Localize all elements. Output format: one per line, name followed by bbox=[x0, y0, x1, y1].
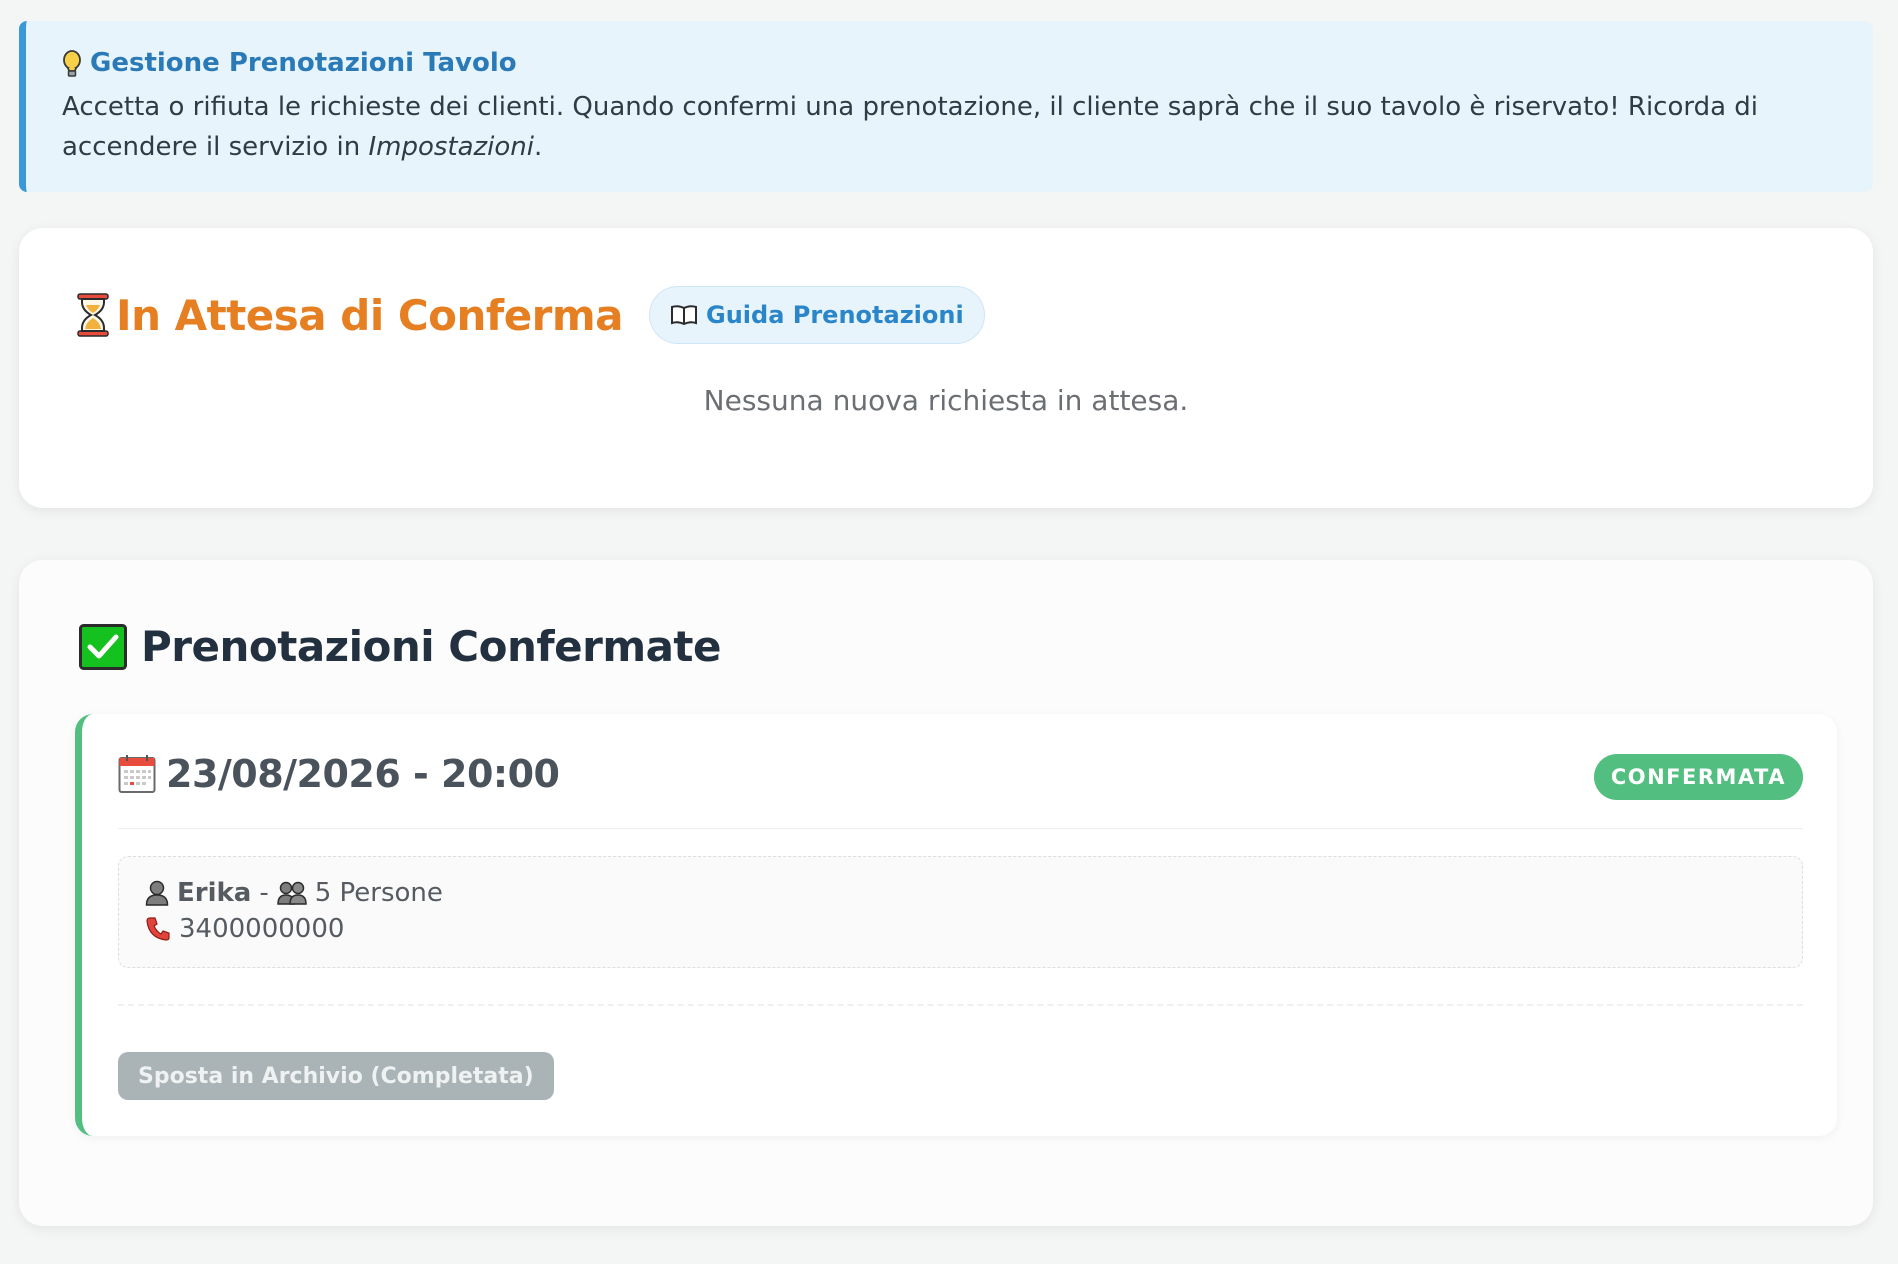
hourglass-icon bbox=[76, 292, 110, 338]
people-icon bbox=[276, 880, 307, 906]
confirmed-header: Prenotazioni Confermate bbox=[79, 622, 722, 671]
booking-datetime-text: 23/08/2026 - 20:00 bbox=[166, 752, 560, 796]
info-title: Gestione Prenotazioni Tavolo bbox=[62, 48, 1837, 79]
settings-link-text: Impostazioni bbox=[368, 132, 535, 163]
booking-datetime: 23/08/2026 - 20:00 bbox=[118, 752, 560, 796]
client-line: Erika - 5 Persone bbox=[145, 875, 1776, 911]
people-count: 5 Persone bbox=[314, 878, 443, 908]
pending-title: In Attesa di Conferma bbox=[116, 290, 624, 340]
confirmed-section: Prenotazioni Confermate 23/08/2026 - 20:… bbox=[19, 560, 1873, 1226]
client-separator: - bbox=[259, 878, 269, 908]
divider-dashed bbox=[118, 1004, 1803, 1006]
archive-button[interactable]: Sposta in Archivio (Completata) bbox=[118, 1052, 554, 1100]
empty-pending-message: Nessuna nuova richiesta in attesa. bbox=[703, 384, 1189, 417]
person-icon bbox=[145, 880, 169, 906]
check-box-icon bbox=[79, 623, 127, 670]
pending-section: In Attesa di Conferma Guida Prenotazioni… bbox=[19, 228, 1873, 508]
confirmed-title: Prenotazioni Confermate bbox=[141, 622, 722, 671]
divider bbox=[118, 828, 1803, 829]
phone-number: 3400000000 bbox=[179, 914, 345, 944]
info-title-text: Gestione Prenotazioni Tavolo bbox=[90, 48, 517, 78]
guide-button-label: Guida Prenotazioni bbox=[706, 301, 964, 329]
info-text-end: . bbox=[534, 132, 543, 163]
pending-header: In Attesa di Conferma Guida Prenotazioni bbox=[76, 286, 985, 344]
info-description: Accetta o rifiuta le richieste dei clien… bbox=[62, 87, 1837, 167]
phone-line: 3400000000 bbox=[145, 911, 1776, 947]
phone-icon bbox=[145, 916, 171, 942]
guide-button[interactable]: Guida Prenotazioni bbox=[649, 286, 985, 344]
book-icon bbox=[670, 303, 698, 327]
client-name: Erika bbox=[177, 878, 252, 908]
status-badge: CONFERMATA bbox=[1593, 754, 1803, 800]
calendar-icon bbox=[118, 754, 156, 794]
client-details: Erika - 5 Persone 3400000000 bbox=[118, 856, 1803, 968]
info-banner: Gestione Prenotazioni Tavolo Accetta o r… bbox=[19, 21, 1873, 192]
info-text-main: Accetta o rifiuta le richieste dei clien… bbox=[62, 92, 1759, 163]
lightbulb-icon bbox=[62, 49, 82, 78]
booking-card: 23/08/2026 - 20:00 CONFERMATA Erika - 5 … bbox=[75, 714, 1837, 1136]
